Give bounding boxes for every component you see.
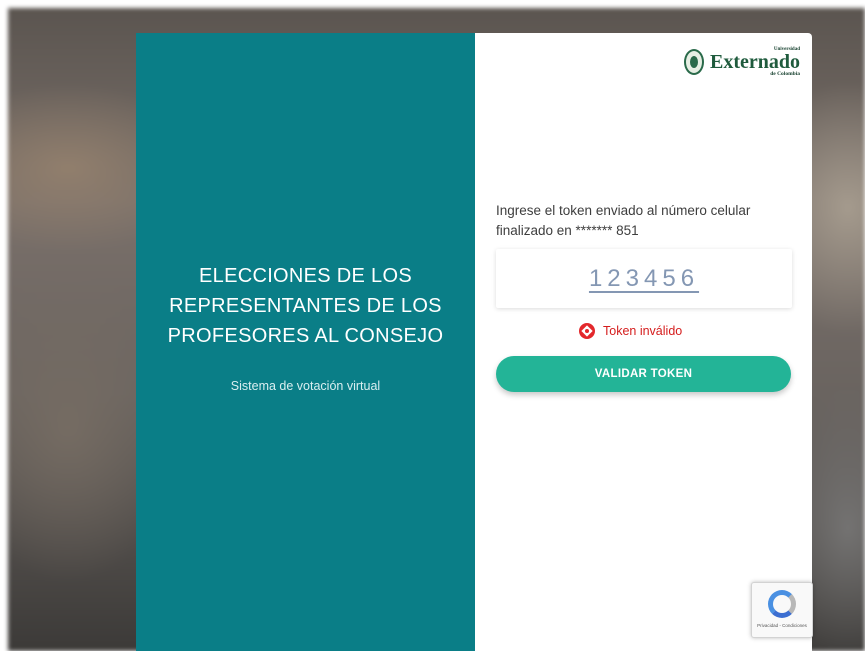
token-instructions: Ingrese el token enviado al número celul… xyxy=(496,203,751,238)
validate-token-button[interactable]: VALIDAR TOKEN xyxy=(496,356,791,392)
token-input[interactable] xyxy=(544,264,744,293)
left-panel: ELECCIONES DE LOS REPRESENTANTES DE LOS … xyxy=(136,33,475,651)
recaptcha-icon xyxy=(768,590,796,618)
token-panel: Universidad Externado de Colombia Ingres… xyxy=(475,33,812,651)
recaptcha-badge[interactable]: Privacidad - Condiciones xyxy=(751,582,813,638)
seal-icon xyxy=(684,49,704,76)
error-message: Token inválido xyxy=(603,324,683,338)
logo-wordmark: Universidad Externado de Colombia xyxy=(710,47,800,78)
token-error: Token inválido xyxy=(579,323,682,339)
university-logo: Universidad Externado de Colombia xyxy=(684,47,800,78)
error-icon xyxy=(579,323,595,339)
system-subtitle: Sistema de votación virtual xyxy=(230,379,381,393)
recaptcha-links[interactable]: Privacidad - Condiciones xyxy=(757,623,807,628)
election-title: ELECCIONES DE LOS REPRESENTANTES DE LOS … xyxy=(167,265,444,347)
logo-sub-text: de Colombia xyxy=(770,71,800,77)
logo-main-text: Externado xyxy=(710,51,800,73)
token-input-container xyxy=(496,249,792,308)
